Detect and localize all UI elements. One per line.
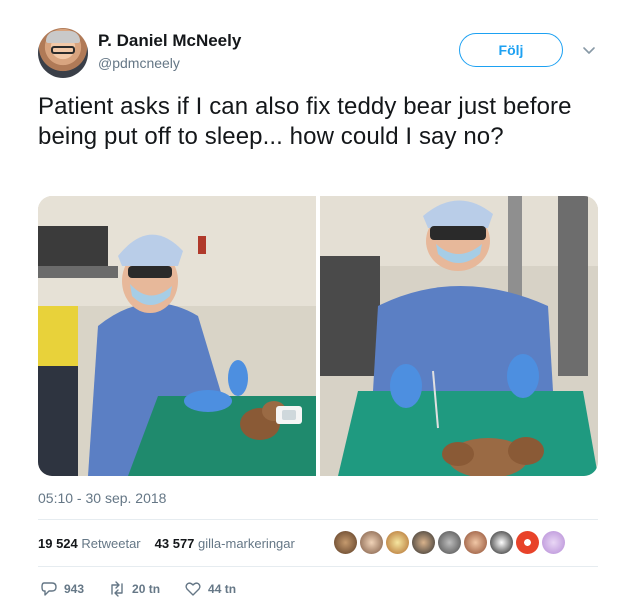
like-count: 44 tn <box>208 582 237 596</box>
liker-avatar[interactable] <box>334 531 357 554</box>
likes-label: gilla-markeringar <box>198 536 295 551</box>
heart-icon <box>185 582 201 596</box>
reply-icon <box>41 582 57 596</box>
engagement-stats: 19 524 Retweetar 43 577 gilla-markeringa… <box>38 536 295 551</box>
retweet-action[interactable]: 20 tn <box>108 580 160 598</box>
tweet-text: Patient asks if I can also fix teddy bea… <box>38 93 572 150</box>
avatar-hair <box>46 31 80 43</box>
retweets-count: 19 524 <box>38 536 78 551</box>
likes-count: 43 577 <box>154 536 195 551</box>
liker-avatar[interactable] <box>490 531 513 554</box>
reply-action[interactable]: 943 <box>40 580 84 598</box>
author-avatar[interactable] <box>38 28 88 78</box>
reply-count: 943 <box>64 582 85 596</box>
liker-avatar[interactable] <box>542 531 565 554</box>
like-action[interactable]: 44 tn <box>184 580 236 598</box>
retweets-stat[interactable]: 19 524 Retweetar <box>38 536 141 551</box>
liker-avatar[interactable] <box>516 531 539 554</box>
likes-stat[interactable]: 43 577 gilla-markeringar <box>155 536 295 551</box>
tweet-timestamp[interactable]: 05:10 - 30 sep. 2018 <box>38 490 166 506</box>
photo-left[interactable] <box>38 196 316 476</box>
divider-bottom <box>38 566 598 567</box>
divider-top <box>38 519 598 520</box>
author-name[interactable]: P. Daniel McNeely <box>98 31 241 51</box>
liker-avatar[interactable] <box>386 531 409 554</box>
retweet-count: 20 tn <box>132 582 161 596</box>
liker-avatar[interactable] <box>464 531 487 554</box>
liker-avatar[interactable] <box>412 531 435 554</box>
liker-avatar[interactable] <box>438 531 461 554</box>
retweets-label: Retweetar <box>81 536 141 551</box>
chevron-down-icon[interactable] <box>582 43 596 57</box>
media-photos <box>38 196 598 476</box>
liker-avatar[interactable] <box>360 531 383 554</box>
retweet-icon <box>111 581 123 597</box>
tweet-card: P. Daniel McNeely @pdmcneely Följ Patien… <box>0 0 635 604</box>
author-handle[interactable]: @pdmcneely <box>98 55 180 71</box>
liker-avatars <box>334 531 565 554</box>
tweet-media[interactable] <box>38 196 598 476</box>
tweet-actions: 943 20 tn 44 tn <box>40 580 260 598</box>
photo-right[interactable] <box>320 196 598 476</box>
follow-button[interactable]: Följ <box>459 33 563 67</box>
avatar-glasses <box>51 46 75 54</box>
